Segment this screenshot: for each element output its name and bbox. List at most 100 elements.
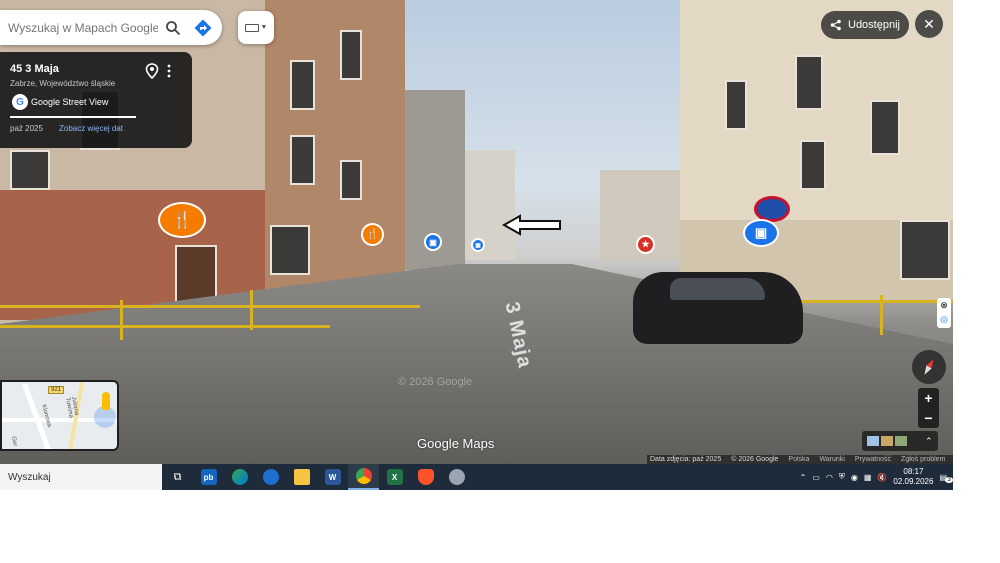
window: [340, 160, 362, 200]
taskbar-app-brave[interactable]: [410, 464, 441, 490]
arrow-annotation: [502, 214, 561, 236]
taskbar-app-pb[interactable]: pb: [193, 464, 224, 490]
place-title: 45 3 Maja: [10, 63, 59, 75]
capture-date-label: Data zdjęcia: paź 2025: [650, 456, 722, 463]
search-input[interactable]: [8, 20, 158, 35]
taskbar-app-other[interactable]: [441, 464, 472, 490]
word-icon: W: [324, 469, 341, 485]
layer-thumbnail[interactable]: [895, 436, 907, 446]
task-view-button[interactable]: ⧉: [162, 464, 193, 490]
window: [800, 140, 826, 190]
input-tools-button[interactable]: ▼: [238, 11, 274, 44]
privacy-link[interactable]: Prywatność: [855, 456, 891, 463]
taskbar-app-word[interactable]: W: [317, 464, 348, 490]
road-number-badge: 921: [48, 386, 65, 394]
fork-knife-icon: 🍴: [172, 212, 192, 229]
shop-marker[interactable]: ▣: [471, 238, 485, 252]
taskbar-app-chrome[interactable]: [348, 464, 379, 490]
shop-marker[interactable]: ▣: [424, 233, 442, 251]
taskbar-search[interactable]: Wyszukaj: [0, 464, 162, 490]
window: [340, 30, 362, 80]
volume-icon[interactable]: 🔇: [877, 473, 887, 482]
window: [870, 100, 900, 155]
window: [725, 80, 747, 130]
chevron-down-icon: ▼: [260, 24, 268, 31]
pb-icon: pb: [200, 469, 217, 485]
search-icon: [166, 20, 181, 35]
expand-up-icon[interactable]: ⌃: [925, 436, 933, 447]
wifi-icon[interactable]: ◠: [826, 473, 833, 482]
target-icon[interactable]: ◎: [937, 312, 951, 326]
compass-icon: [924, 359, 934, 375]
directions-button[interactable]: [188, 13, 218, 43]
directions-icon: [194, 19, 212, 36]
compass[interactable]: [912, 350, 946, 384]
window: [290, 135, 315, 185]
security-icon[interactable]: ⛨: [839, 472, 845, 482]
battery-icon[interactable]: ▭: [812, 473, 820, 482]
more-options-icon[interactable]: [166, 64, 172, 78]
shopping-bag-icon: ▣: [475, 242, 481, 249]
zoom-controls: + −: [918, 388, 939, 428]
source-label: Google Street View: [31, 97, 109, 107]
clock[interactable]: 08:17 02.09.2026: [893, 467, 933, 487]
keyboard-icon: [244, 23, 259, 32]
restaurant-marker[interactable]: 🍴: [361, 223, 384, 246]
car-window: [670, 278, 765, 300]
keyboard-tray-icon[interactable]: ▦: [864, 473, 872, 482]
share-button[interactable]: Udostępnij: [821, 11, 909, 39]
search-button[interactable]: [158, 13, 188, 43]
window: [290, 60, 315, 110]
layer-thumbnail[interactable]: [867, 436, 879, 446]
clock-time: 08:17: [903, 467, 924, 476]
fence-post: [250, 290, 253, 330]
google-logo-icon: G: [12, 94, 28, 110]
side-controls: ⊗ ◎: [937, 298, 951, 328]
close-circle-icon[interactable]: ⊗: [937, 298, 951, 312]
fork-knife-icon: 🍴: [366, 229, 379, 240]
folder-icon: [293, 469, 310, 485]
window: [270, 225, 310, 275]
location-pin-icon[interactable]: [145, 63, 159, 79]
place-marker[interactable]: ★: [636, 235, 655, 254]
mini-map[interactable]: 921 Klonowa Juliana Tuwima Ger: [0, 380, 119, 451]
close-button[interactable]: ✕: [915, 10, 943, 38]
chrome-icon: [355, 468, 372, 484]
fence-post: [880, 295, 883, 335]
shopping-bag-icon: ▣: [429, 237, 437, 247]
window: [10, 150, 50, 190]
report-problem-link[interactable]: Zgłoś problem: [901, 456, 945, 463]
more-dates-link[interactable]: Zobacz więcej dat: [59, 124, 123, 133]
shop-marker[interactable]: ▣: [743, 219, 779, 247]
window: [900, 220, 950, 280]
taskbar-app-excel[interactable]: X: [379, 464, 410, 490]
terms-link[interactable]: Warunki: [819, 456, 844, 463]
divider: [10, 116, 136, 118]
copyright-label: © 2026 Google: [731, 456, 779, 463]
country-link[interactable]: Polska: [788, 456, 809, 463]
clock-date: 02.09.2026: [893, 477, 934, 486]
watermark: © 2026 Google: [398, 376, 473, 388]
taskbar-app-file-explorer[interactable]: [286, 464, 317, 490]
screen: 3 Maja © 2026 Google 🍴 🍴 ▣ ▣ ★ ▣ ▼ 45 3 …: [0, 0, 953, 490]
share-icon: [830, 19, 841, 31]
taskbar-app-edge[interactable]: [224, 464, 255, 490]
taskbar-app-thunderbird[interactable]: [255, 464, 286, 490]
pegman-icon: [102, 392, 110, 410]
zoom-in-button[interactable]: +: [918, 388, 939, 408]
street-label: Ger: [10, 436, 18, 447]
notifications-icon[interactable]: ▤ 3: [939, 473, 953, 483]
layer-thumbnail[interactable]: [881, 436, 893, 446]
task-view-icon: ⧉: [173, 470, 182, 483]
app-tray-icon[interactable]: ◉: [851, 473, 858, 482]
star-icon: ★: [641, 239, 650, 249]
system-tray: ⌃ ▭ ◠ ⛨ ◉ ▦ 🔇 08:17 02.09.2026 ▤ 3: [800, 464, 953, 490]
brave-icon: [417, 469, 434, 485]
fence-left: [0, 325, 330, 328]
zoom-out-button[interactable]: −: [918, 408, 939, 428]
chevron-up-icon[interactable]: ⌃: [800, 473, 807, 482]
fence-left: [0, 305, 420, 308]
close-icon: ✕: [923, 15, 935, 32]
share-label: Udostępnij: [848, 19, 900, 31]
restaurant-marker[interactable]: 🍴: [158, 202, 206, 238]
